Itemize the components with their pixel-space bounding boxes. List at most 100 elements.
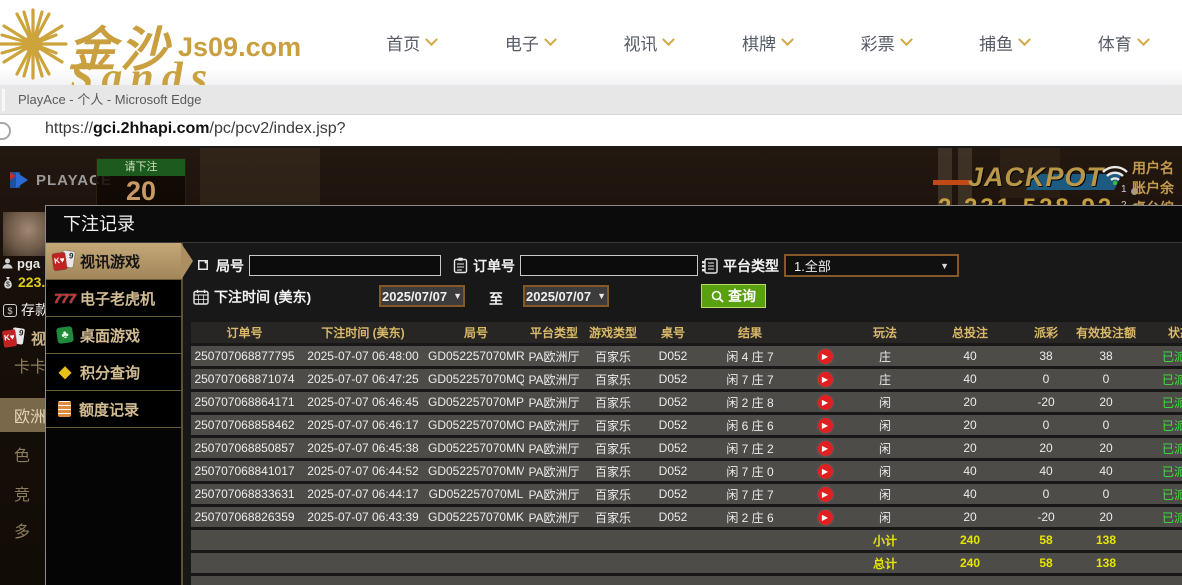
cell-replay: ▶	[796, 392, 854, 412]
url-text[interactable]: https://gci.2hhapi.com/pc/pcv2/index.jsp…	[45, 120, 346, 138]
nav-label: 电子	[504, 35, 539, 54]
cell-play-type: 闲	[854, 484, 916, 504]
svg-text:$: $	[6, 281, 10, 288]
date-from-picker[interactable]: 2025/07/07 ▼	[379, 285, 465, 307]
nav-item-lottery[interactable]: 彩票	[826, 0, 945, 85]
cell-payout: 0	[1024, 484, 1068, 504]
lobby-item[interactable]: 色	[0, 442, 46, 466]
modal-title: 下注记录	[46, 206, 1182, 243]
replay-play-button[interactable]: ▶	[817, 510, 833, 525]
sidebar-item-label: 积分查询	[80, 364, 141, 382]
chevron-down-icon	[425, 33, 439, 47]
cell-payout: 40	[1024, 461, 1068, 481]
nav-item-live[interactable]: 视讯	[589, 0, 708, 85]
document-icon	[58, 401, 71, 417]
replay-play-button[interactable]: ▶	[817, 487, 833, 502]
nav-label: 彩票	[860, 35, 895, 54]
browser-urlbar[interactable]: https://gci.2hhapi.com/pc/pcv2/index.jsp…	[0, 115, 1182, 148]
empty-cell	[191, 553, 854, 573]
lobby-item-label: 卡卡	[14, 359, 47, 376]
cell-order: 250707068841017	[191, 461, 298, 481]
cell-platform: PA欧洲厅	[524, 484, 584, 504]
lobby-item-selected[interactable]: 欧洲	[0, 398, 46, 432]
cell-result: 闲 2 庄 8	[704, 392, 796, 412]
cell-play-type: 闲	[854, 461, 916, 481]
diamond-icon: ◆	[58, 364, 72, 381]
nav-item-slots[interactable]: 电子	[471, 0, 590, 85]
chevron-down-icon	[899, 33, 913, 47]
subtotal-label: 小计	[854, 530, 916, 550]
titlebar-accent	[2, 89, 5, 111]
cell-status: 已派彩	[1144, 346, 1182, 366]
list-icon	[702, 257, 718, 274]
replay-play-button[interactable]: ▶	[817, 441, 833, 456]
order-number-input[interactable]	[520, 255, 698, 276]
cell-round: GD052257070MQ	[428, 369, 524, 389]
sidebar-item-slots[interactable]: 777 电子老虎机	[46, 280, 181, 317]
bet-time-filter: 下注时间 (美东)	[193, 287, 311, 307]
table-row: 250707068871074 2025-07-07 06:47:25 GD05…	[191, 369, 1182, 389]
lobby-item-label: 色	[14, 448, 31, 465]
col-header-round: 局号	[428, 322, 524, 343]
cell-replay: ▶	[796, 415, 854, 435]
replay-play-button[interactable]: ▶	[817, 349, 833, 364]
balance-label: 账户余	[1132, 180, 1174, 196]
sidebar-item-credit-records[interactable]: 额度记录	[46, 391, 181, 428]
sun-logo-icon	[0, 8, 68, 80]
round-number-input[interactable]	[249, 255, 441, 276]
jackpot-label: JACKPOT	[968, 162, 1105, 192]
bet-countdown-box: 请下注 20	[96, 158, 186, 206]
sidebar-item-points[interactable]: ◆ 积分查询	[46, 354, 181, 391]
nav-label: 视讯	[623, 35, 658, 54]
avatar[interactable]	[3, 212, 45, 256]
replay-play-button[interactable]: ▶	[817, 395, 833, 410]
cell-valid-bet: 20	[1068, 507, 1144, 527]
cell-total-bet: 40	[916, 346, 1024, 366]
cell-play-type: 闲	[854, 415, 916, 435]
rail-video-tab[interactable]: 9 K♥ 视	[1, 327, 47, 349]
deposit-button[interactable]: $ 存款	[3, 300, 49, 320]
col-header-order: 订单号	[191, 322, 298, 343]
sidebar-item-table-games[interactable]: ♣ 桌面游戏	[46, 317, 181, 354]
window-title: PlayAce - 个人 - Microsoft Edge	[18, 92, 202, 107]
col-header-platform: 平台类型	[524, 322, 584, 343]
lobby-item[interactable]: 竞	[0, 481, 46, 505]
date-to-picker[interactable]: 2025/07/07 ▼	[523, 285, 609, 307]
chevron-down-icon	[543, 33, 557, 47]
nav-item-home[interactable]: 首页	[352, 0, 471, 85]
rail-video-label: 视	[31, 331, 47, 348]
to-label: 至	[489, 291, 503, 307]
platform-type-value: 1.全部	[794, 259, 831, 274]
sidebar-item-live-games[interactable]: 9 K♥ 视讯游戏	[46, 243, 193, 280]
lobby-item-label: 多	[14, 524, 31, 541]
cell-result: 闲 7 庄 2	[704, 438, 796, 458]
col-header-play-type: 玩法	[854, 322, 916, 343]
cell-game-type: 百家乐	[584, 461, 642, 481]
cell-payout: 38	[1024, 346, 1068, 366]
col-header-payout: 派彩	[1024, 322, 1068, 343]
site-info-icon[interactable]	[0, 122, 11, 140]
table-index-1: 1	[1121, 184, 1127, 195]
platform-type-select[interactable]: 1.全部 ▼	[784, 254, 959, 277]
site-logo[interactable]: 金沙 Js09.com Sands	[0, 2, 320, 85]
search-button[interactable]: 查询	[701, 284, 766, 308]
cell-valid-bet: 0	[1068, 369, 1144, 389]
cell-time: 2025-07-07 06:47:25	[298, 369, 428, 389]
table-row: 250707068833631 2025-07-07 06:44:17 GD05…	[191, 484, 1182, 504]
replay-play-button[interactable]: ▶	[817, 464, 833, 479]
chevron-down-icon	[662, 33, 676, 47]
nav-item-cards[interactable]: 棋牌	[708, 0, 827, 85]
replay-play-button[interactable]: ▶	[817, 418, 833, 433]
clipboard-icon	[453, 257, 468, 274]
cell-game-type: 百家乐	[584, 392, 642, 412]
nav-item-fishing[interactable]: 捕鱼	[945, 0, 1064, 85]
lobby-item[interactable]: 卡卡	[0, 353, 46, 377]
cell-table: D052	[642, 438, 704, 458]
col-header-time: 下注时间 (美东)	[298, 322, 428, 343]
modal-sidebar: 9 K♥ 视讯游戏 777 电子老虎机 ♣ 桌面游戏 ◆ 积分查询 额度记录	[46, 243, 193, 585]
cell-round: GD052257070MK	[428, 507, 524, 527]
replay-play-button[interactable]: ▶	[817, 372, 833, 387]
nav-item-sports[interactable]: 体育	[1063, 0, 1182, 85]
cell-order: 250707068871074	[191, 369, 298, 389]
lobby-item[interactable]: 多	[0, 518, 46, 542]
